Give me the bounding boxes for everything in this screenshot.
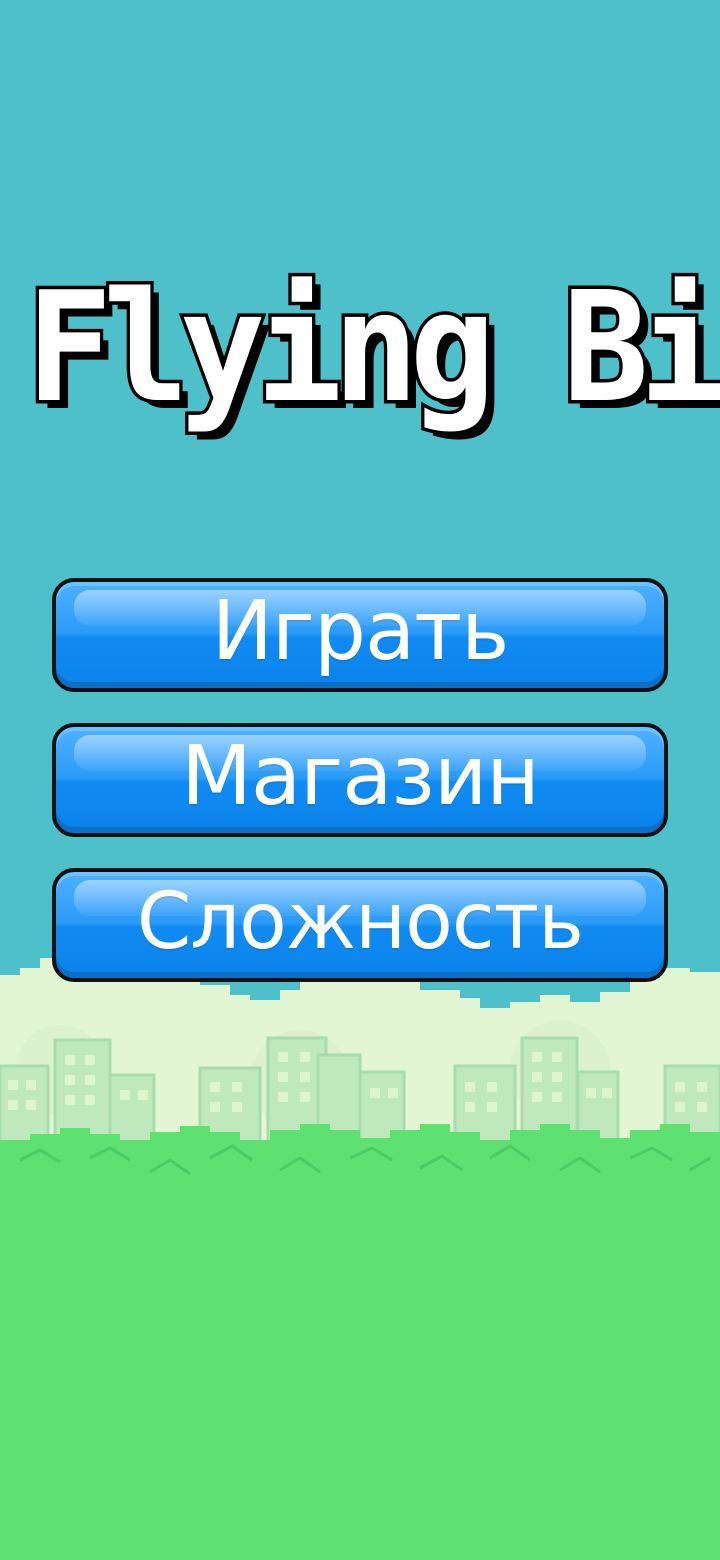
play-button-label: Играть: [211, 584, 510, 679]
difficulty-button-label: Сложность: [136, 877, 584, 967]
game-scene: Flying Bird Играть Магазин Сложность: [0, 0, 720, 1560]
main-menu: Играть Магазин Сложность: [52, 578, 668, 1013]
shop-button-label: Магазин: [181, 729, 540, 824]
bushes: [0, 1124, 720, 1560]
difficulty-button[interactable]: Сложность: [52, 868, 668, 982]
shop-button[interactable]: Магазин: [52, 723, 668, 837]
game-title: Flying Bird: [23, 259, 720, 436]
play-button[interactable]: Играть: [52, 578, 668, 692]
